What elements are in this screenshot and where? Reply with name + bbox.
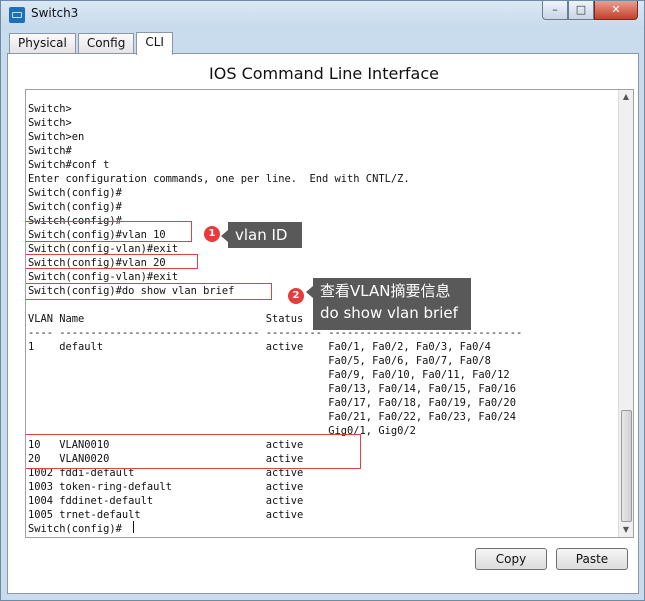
minimize-button[interactable]: – (542, 1, 568, 20)
callout-line-1: 查看VLAN摘要信息 (320, 282, 451, 300)
highlight-vlan-20 (26, 254, 198, 269)
copy-button[interactable]: Copy (475, 548, 547, 570)
close-button[interactable]: ✕ (594, 1, 638, 20)
highlight-vlan-10-20-rows (26, 434, 361, 469)
callout-vlan-id: vlan ID (221, 222, 302, 248)
text-cursor (133, 521, 134, 533)
title-bar[interactable]: Switch3 – □ ✕ (1, 1, 644, 29)
tab-config[interactable]: Config (77, 33, 135, 54)
panel-title: IOS Command Line Interface (209, 64, 439, 83)
tab-cli[interactable]: CLI (136, 32, 173, 55)
maximize-button[interactable]: □ (568, 1, 594, 20)
tab-physical[interactable]: Physical (9, 33, 76, 54)
highlight-vlan-10 (26, 221, 192, 242)
callout-line-2: do show vlan brief (320, 304, 458, 322)
scroll-up-arrow-icon[interactable]: ▲ (619, 90, 633, 104)
window-title: Switch3 (31, 6, 79, 20)
cli-panel: IOS Command Line Interface Switch> Switc… (7, 53, 639, 594)
switch3-window: Switch3 – □ ✕ Physical Config CLI IOS Co… (0, 0, 645, 601)
callout-show-vlan-brief: 查看VLAN摘要信息 do show vlan brief (306, 278, 471, 330)
highlight-show-vlan-brief (26, 283, 272, 300)
app-icon (9, 7, 25, 23)
badge-1: 1 (204, 226, 220, 242)
paste-button[interactable]: Paste (556, 548, 628, 570)
terminal-scrollbar[interactable]: ▲ ▼ (618, 90, 633, 537)
scroll-down-arrow-icon[interactable]: ▼ (619, 523, 633, 537)
scroll-thumb[interactable] (621, 410, 632, 522)
badge-2: 2 (288, 288, 304, 304)
tab-bar: Physical Config CLI (9, 31, 175, 55)
window-controls: – □ ✕ (542, 1, 638, 21)
cli-terminal[interactable]: Switch> Switch> Switch>en Switch# Switch… (25, 89, 634, 538)
